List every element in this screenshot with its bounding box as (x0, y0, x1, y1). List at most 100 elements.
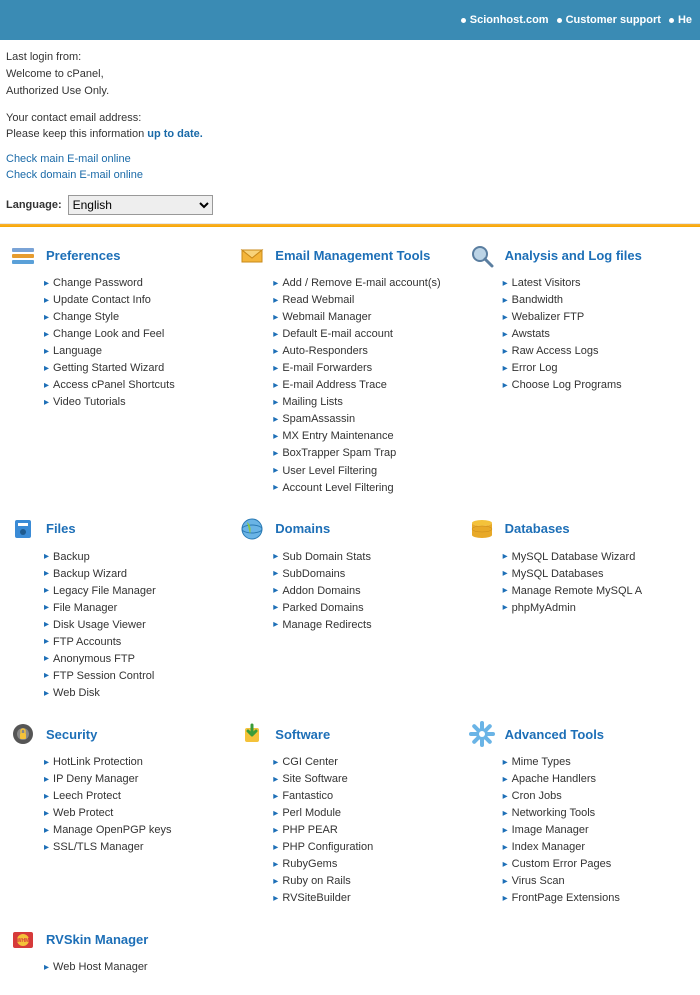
list-item-link[interactable]: Bandwidth (512, 292, 563, 309)
list-item[interactable]: ▸Apache Handlers (503, 771, 688, 788)
list-item-link[interactable]: MX Entry Maintenance (282, 428, 393, 445)
list-item-link[interactable]: Index Manager (512, 839, 585, 856)
list-item-link[interactable]: Web Protect (53, 805, 113, 822)
list-item-link[interactable]: Image Manager (512, 822, 589, 839)
list-item[interactable]: ▸File Manager (44, 600, 229, 617)
list-item-link[interactable]: Apache Handlers (512, 771, 596, 788)
list-item[interactable]: ▸PHP Configuration (273, 839, 458, 856)
list-item[interactable]: ▸Latest Visitors (503, 275, 688, 292)
list-item-link[interactable]: Anonymous FTP (53, 651, 135, 668)
list-item[interactable]: ▸MySQL Databases (503, 566, 688, 583)
section-title[interactable]: Advanced Tools (505, 727, 604, 742)
list-item[interactable]: ▸PHP PEAR (273, 822, 458, 839)
list-item-link[interactable]: Video Tutorials (53, 394, 126, 411)
list-item[interactable]: ▸Mailing Lists (273, 394, 458, 411)
list-item-link[interactable]: Sub Domain Stats (282, 549, 371, 566)
list-item-link[interactable]: Add / Remove E-mail account(s) (282, 275, 440, 292)
list-item[interactable]: ▸Virus Scan (503, 873, 688, 890)
section-title[interactable]: Software (275, 727, 330, 742)
list-item[interactable]: ▸Mime Types (503, 754, 688, 771)
list-item-link[interactable]: Legacy File Manager (53, 583, 156, 600)
list-item[interactable]: ▸Getting Started Wizard (44, 360, 229, 377)
list-item-link[interactable]: Mailing Lists (282, 394, 343, 411)
list-item[interactable]: ▸Access cPanel Shortcuts (44, 377, 229, 394)
list-item[interactable]: ▸E-mail Address Trace (273, 377, 458, 394)
list-item-link[interactable]: CGI Center (282, 754, 338, 771)
list-item[interactable]: ▸Manage Remote MySQL A (503, 583, 688, 600)
list-item[interactable]: ▸RVSiteBuilder (273, 890, 458, 907)
list-item[interactable]: ▸SSL/TLS Manager (44, 839, 229, 856)
list-item-link[interactable]: Cron Jobs (512, 788, 562, 805)
list-item-link[interactable]: Webalizer FTP (512, 309, 585, 326)
list-item[interactable]: ▸Networking Tools (503, 805, 688, 822)
list-item[interactable]: ▸Image Manager (503, 822, 688, 839)
section-title[interactable]: Analysis and Log files (505, 248, 642, 263)
list-item-link[interactable]: RubyGems (282, 856, 337, 873)
list-item-link[interactable]: Webmail Manager (282, 309, 371, 326)
list-item-link[interactable]: Fantastico (282, 788, 333, 805)
list-item[interactable]: ▸Update Contact Info (44, 292, 229, 309)
list-item-link[interactable]: HotLink Protection (53, 754, 143, 771)
list-item[interactable]: ▸Ruby on Rails (273, 873, 458, 890)
list-item-link[interactable]: Error Log (512, 360, 558, 377)
list-item-link[interactable]: User Level Filtering (282, 463, 377, 480)
topnav-link-help[interactable]: He (669, 14, 692, 26)
list-item[interactable]: ▸FTP Accounts (44, 634, 229, 651)
section-title[interactable]: Security (46, 727, 97, 742)
list-item-link[interactable]: IP Deny Manager (53, 771, 138, 788)
list-item[interactable]: ▸Backup (44, 549, 229, 566)
list-item[interactable]: ▸Leech Protect (44, 788, 229, 805)
list-item-link[interactable]: Networking Tools (512, 805, 596, 822)
list-item-link[interactable]: Default E-mail account (282, 326, 393, 343)
topnav-link-support[interactable]: Customer support (557, 14, 661, 26)
list-item[interactable]: ▸CGI Center (273, 754, 458, 771)
list-item-link[interactable]: E-mail Address Trace (282, 377, 387, 394)
list-item-link[interactable]: Web Host Manager (53, 959, 148, 976)
list-item-link[interactable]: Auto-Responders (282, 343, 368, 360)
list-item-link[interactable]: Manage Remote MySQL A (512, 583, 642, 600)
section-title[interactable]: Domains (275, 521, 330, 536)
list-item-link[interactable]: Change Password (53, 275, 143, 292)
list-item[interactable]: ▸Cron Jobs (503, 788, 688, 805)
section-title[interactable]: Files (46, 521, 76, 536)
list-item[interactable]: ▸Site Software (273, 771, 458, 788)
list-item[interactable]: ▸SpamAssassin (273, 411, 458, 428)
check-domain-email-link[interactable]: Check domain E-mail online (6, 168, 694, 183)
list-item-link[interactable]: Manage OpenPGP keys (53, 822, 171, 839)
list-item-link[interactable]: PHP Configuration (282, 839, 373, 856)
list-item[interactable]: ▸Parked Domains (273, 600, 458, 617)
topnav-link-scionhost[interactable]: Scionhost.com (461, 14, 549, 26)
list-item-link[interactable]: Backup Wizard (53, 566, 127, 583)
list-item-link[interactable]: SubDomains (282, 566, 345, 583)
list-item[interactable]: ▸Web Protect (44, 805, 229, 822)
list-item[interactable]: ▸Webmail Manager (273, 309, 458, 326)
list-item[interactable]: ▸Account Level Filtering (273, 480, 458, 497)
list-item[interactable]: ▸Web Host Manager (44, 959, 229, 976)
list-item[interactable]: ▸FrontPage Extensions (503, 890, 688, 907)
list-item[interactable]: ▸phpMyAdmin (503, 600, 688, 617)
list-item[interactable]: ▸Fantastico (273, 788, 458, 805)
list-item-link[interactable]: MySQL Database Wizard (512, 549, 636, 566)
list-item-link[interactable]: phpMyAdmin (512, 600, 576, 617)
list-item-link[interactable]: SpamAssassin (282, 411, 355, 428)
list-item[interactable]: ▸Bandwidth (503, 292, 688, 309)
list-item-link[interactable]: BoxTrapper Spam Trap (282, 445, 396, 462)
list-item-link[interactable]: Awstats (512, 326, 550, 343)
list-item-link[interactable]: Getting Started Wizard (53, 360, 164, 377)
list-item-link[interactable]: Manage Redirects (282, 617, 371, 634)
list-item-link[interactable]: Language (53, 343, 102, 360)
list-item-link[interactable]: E-mail Forwarders (282, 360, 372, 377)
list-item[interactable]: ▸Web Disk (44, 685, 229, 702)
list-item-link[interactable]: Virus Scan (512, 873, 565, 890)
list-item-link[interactable]: Change Style (53, 309, 119, 326)
list-item-link[interactable]: Update Contact Info (53, 292, 151, 309)
list-item[interactable]: ▸Language (44, 343, 229, 360)
list-item-link[interactable]: Access cPanel Shortcuts (53, 377, 175, 394)
list-item[interactable]: ▸Index Manager (503, 839, 688, 856)
list-item-link[interactable]: RVSiteBuilder (282, 890, 350, 907)
list-item[interactable]: ▸Auto-Responders (273, 343, 458, 360)
section-title[interactable]: Preferences (46, 248, 120, 263)
list-item-link[interactable]: Mime Types (512, 754, 571, 771)
list-item[interactable]: ▸Raw Access Logs (503, 343, 688, 360)
list-item[interactable]: ▸Webalizer FTP (503, 309, 688, 326)
